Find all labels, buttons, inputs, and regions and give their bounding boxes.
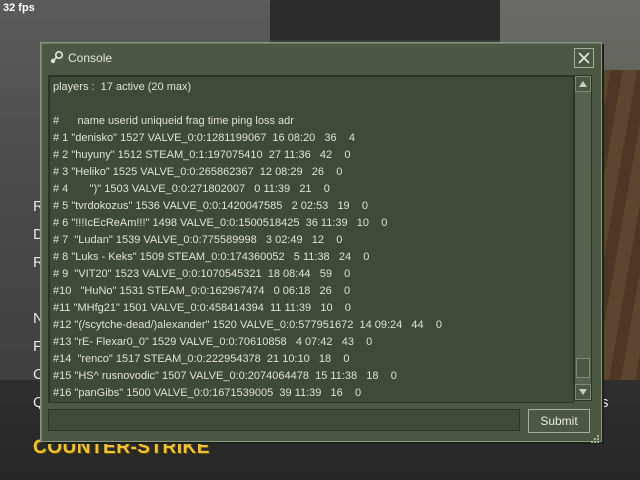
console-line: #12 "(/scytche-dead/)alexander" 1520 VAL…	[53, 319, 443, 331]
console-line: # 2 "huyuny" 1512 STEAM_0:1:197075410 27…	[53, 149, 351, 161]
console-line: # 1 "denisko" 1527 VALVE_0:0:1281199067 …	[53, 132, 355, 144]
console-titlebar[interactable]: Console	[41, 43, 601, 73]
command-input[interactable]	[48, 409, 520, 431]
steam-icon	[48, 50, 64, 66]
submit-button[interactable]: Submit	[528, 409, 590, 433]
resize-grip-icon[interactable]	[590, 429, 600, 443]
console-line: players : 17 active (20 max)	[53, 81, 192, 93]
console-line: #10 "HuNo" 1531 STEAM_0:0:162967474 0 06…	[53, 285, 351, 297]
menu-text-fragment: s	[601, 394, 609, 411]
console-line: #16 "panGibs" 1500 VALVE_0:0:1671539005 …	[53, 387, 362, 399]
console-scrollbar[interactable]	[574, 75, 592, 401]
console-line: # 9 "VIT20" 1523 VALVE_0:0:1070545321 18…	[53, 268, 351, 280]
console-line: # name userid uniqueid frag time ping lo…	[53, 115, 294, 127]
console-line: # 8 "Luks - Keks" 1509 STEAM_0:0:1743600…	[53, 251, 370, 263]
console-output[interactable]: players : 17 active (20 max) # name useri…	[48, 75, 574, 403]
console-line: # 4 ")" 1503 VALVE_0:0:271802007 0 11:39…	[53, 183, 330, 195]
scrollbar-thumb[interactable]	[576, 358, 590, 378]
console-line: #15 "HS^ rusnovodic" 1507 VALVE_0:0:2074…	[53, 370, 397, 382]
console-window: Console players : 17 active (20 max) # na…	[40, 42, 602, 443]
console-line: #14 "renco" 1517 STEAM_0:0:222954378 21 …	[53, 353, 350, 365]
scroll-down-button[interactable]	[575, 384, 591, 400]
console-line: #13 "rE- Flexar0_0" 1529 VALVE_0:0:70610…	[53, 336, 373, 348]
console-line: # 7 "Ludan" 1539 VALVE_0:0:775589998 3 0…	[53, 234, 343, 246]
console-line: # 6 "!!!IcEcReAm!!!" 1498 VALVE_0:0:1500…	[53, 217, 388, 229]
close-icon	[578, 52, 590, 64]
console-line: # 3 "Heliko" 1525 VALVE_0:0:265862367 12…	[53, 166, 343, 178]
console-line: # 5 "tvrdokozus" 1536 VALVE_0:0:14200475…	[53, 200, 369, 212]
close-button[interactable]	[574, 48, 594, 68]
arrow-up-icon	[579, 81, 587, 87]
console-output-lines: players : 17 active (20 max) # name useri…	[53, 79, 573, 402]
scroll-up-button[interactable]	[575, 76, 591, 92]
console-title: Console	[68, 51, 113, 65]
arrow-down-icon	[579, 389, 587, 395]
fps-counter: 32 fps	[3, 2, 35, 14]
console-line: #11 "MHfg21" 1501 VALVE_0:0:458414394 11…	[53, 302, 351, 314]
